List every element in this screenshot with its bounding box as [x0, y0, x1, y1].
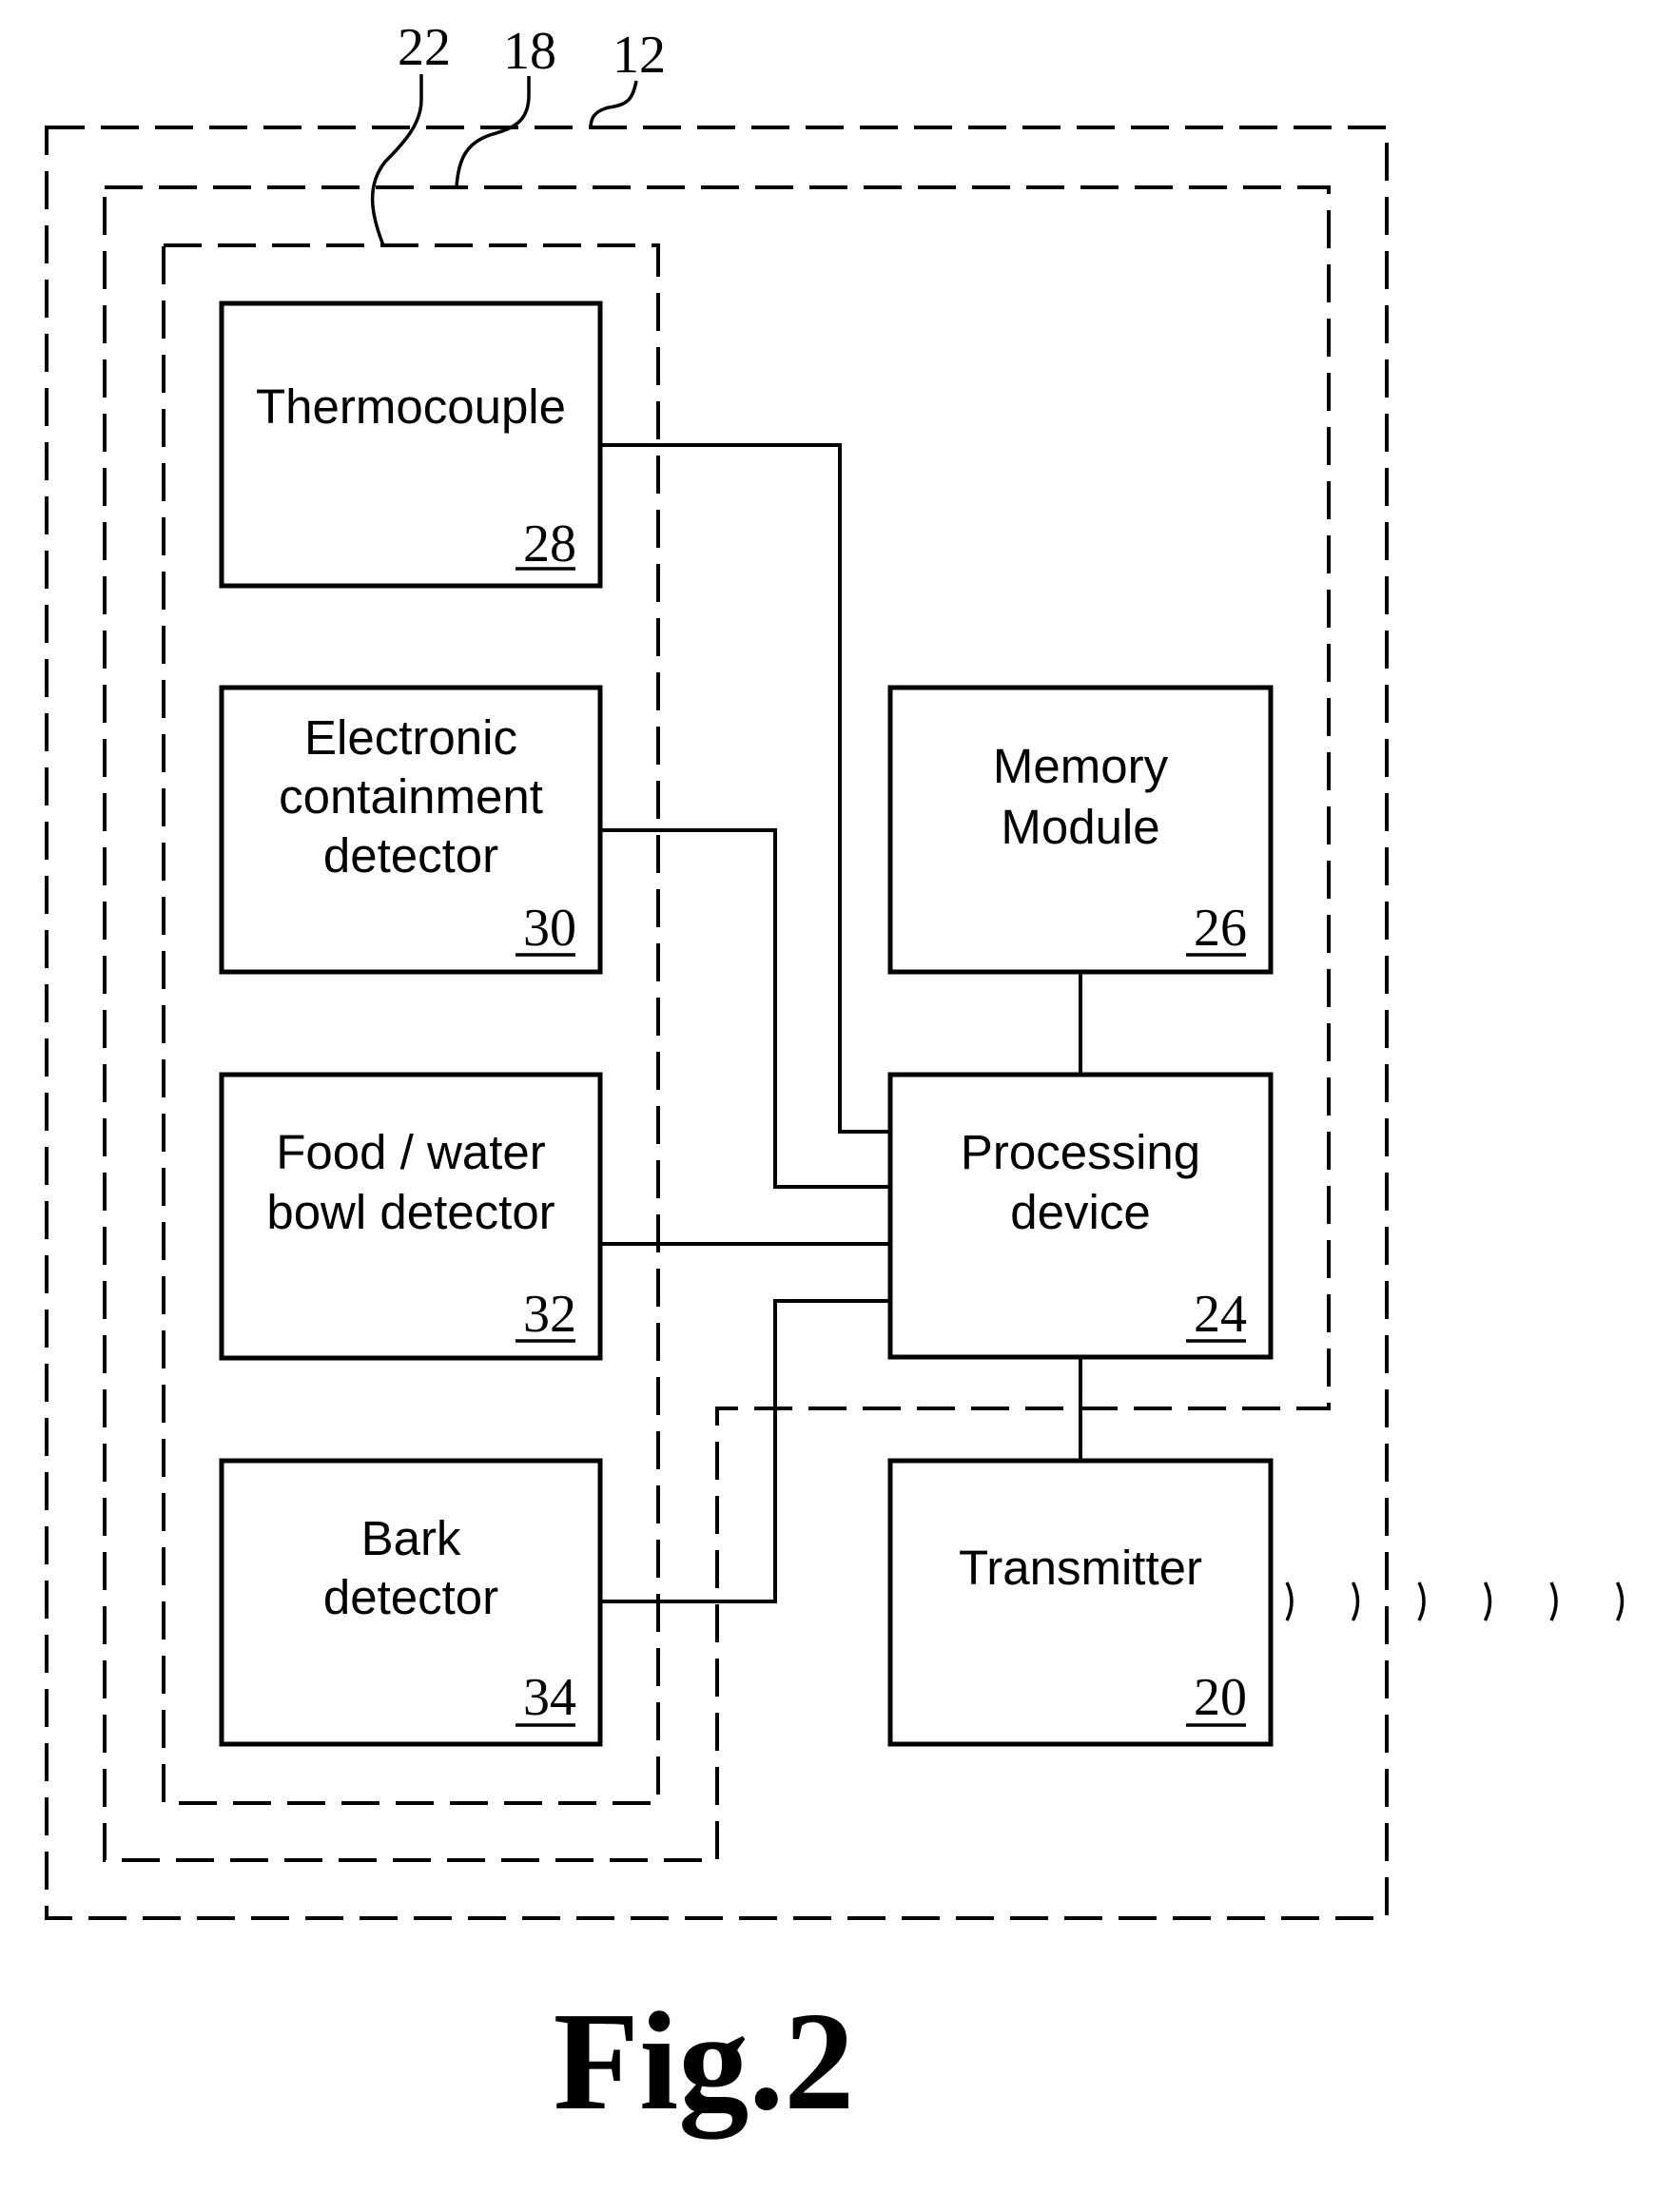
block-transmitter-ref: 20 [1194, 1668, 1247, 1727]
block-bark-detector: Bark detector 34 [219, 1458, 603, 1747]
block-transmitter: Transmitter 20 [887, 1458, 1274, 1747]
figure-caption: Fig.2 [554, 1984, 855, 2140]
block-containment-ref: 30 [523, 899, 576, 958]
block-thermocouple-label: Thermocouple [256, 379, 566, 434]
leader-line-12 [589, 80, 638, 129]
leader-line-18 [455, 76, 531, 188]
leader-line-22 [370, 74, 423, 246]
block-bark-label-line2: detector [323, 1570, 498, 1624]
block-processing-device: Processing device 24 [887, 1072, 1274, 1360]
block-thermocouple: Thermocouple 28 [219, 301, 603, 589]
block-diagram: 22 18 12 Thermocouple 28 Electronic cont… [45, 18, 1625, 2140]
block-processing-ref: 24 [1194, 1285, 1247, 1344]
signal-waves [1285, 1581, 1625, 1621]
signal-wave-arc [1285, 1581, 1294, 1621]
block-transmitter-label: Transmitter [959, 1541, 1202, 1595]
callout-18: 18 [503, 22, 556, 81]
signal-wave-arc [1417, 1581, 1426, 1621]
wire-thermocouple-to-processing [601, 443, 891, 1134]
block-memory-module: Memory Module 26 [887, 685, 1274, 975]
block-food-water-detector: Food / water bowl detector 32 [219, 1072, 603, 1361]
callout-12: 12 [613, 26, 666, 85]
block-containment-label-line3: detector [323, 828, 498, 883]
block-processing-label-line2: device [1010, 1185, 1150, 1239]
block-food-water-ref: 32 [523, 1285, 576, 1344]
block-food-water-label-line1: Food / water [276, 1125, 545, 1179]
wire-bark-to-processing [601, 1299, 891, 1603]
block-thermocouple-ref: 28 [523, 514, 576, 573]
signal-wave-arc [1483, 1581, 1492, 1621]
signal-wave-arc [1351, 1581, 1360, 1621]
block-food-water-label-line2: bowl detector [266, 1185, 555, 1239]
block-bark-ref: 34 [523, 1668, 576, 1727]
block-containment-label-line1: Electronic [304, 710, 517, 765]
signal-wave-arc [1615, 1581, 1625, 1621]
block-memory-label-line2: Module [1001, 800, 1159, 854]
signal-wave-arc [1549, 1581, 1558, 1621]
block-containment-label-line2: containment [279, 769, 543, 824]
block-processing-label-line1: Processing [961, 1125, 1200, 1179]
callout-22: 22 [398, 18, 451, 77]
block-containment-detector: Electronic containment detector 30 [219, 685, 603, 975]
block-memory-label-line1: Memory [993, 739, 1169, 793]
block-bark-label-line1: Bark [361, 1511, 461, 1565]
block-memory-ref: 26 [1194, 899, 1247, 958]
